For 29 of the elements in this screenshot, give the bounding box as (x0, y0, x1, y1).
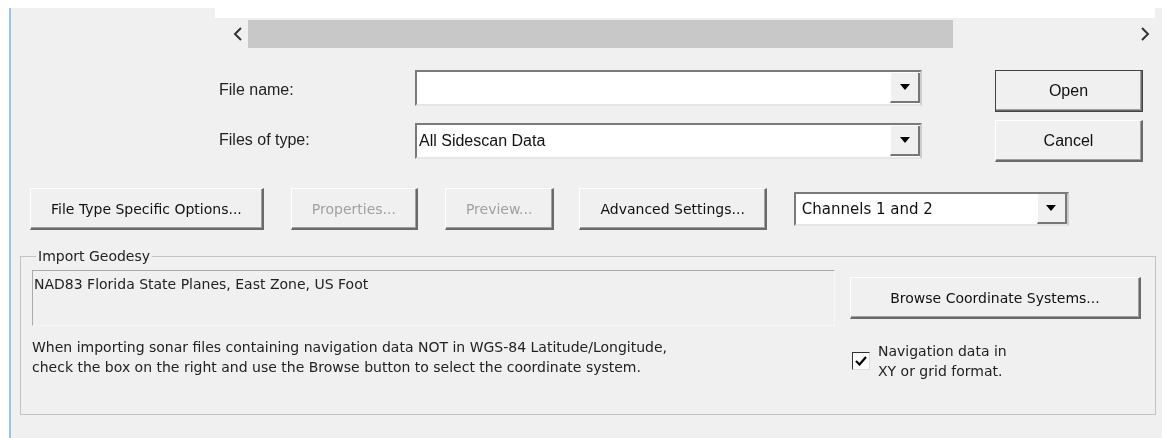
caret-icon (1046, 205, 1057, 211)
option-button: Properties... (290, 188, 418, 230)
chevron-right-icon (1140, 27, 1150, 41)
option-button[interactable]: File Type Specific Options... (30, 188, 264, 230)
dropdown-button[interactable] (890, 73, 920, 103)
instruction-text: When importing sonar files containing navigation data NOT in WGS-84 Latitude/Longitude, check the box on the right and use the Browse button to select the coordinate system. (32, 338, 668, 377)
scrollbar-thumb[interactable] (248, 20, 953, 48)
checkbox-label: Navigation data in XY or grid format. (878, 342, 1007, 381)
checkbox[interactable] (852, 352, 870, 370)
browse-button[interactable]: Browse Coordinate Systems... (850, 277, 1141, 319)
caret-icon (899, 84, 910, 90)
dropdown-button[interactable] (890, 126, 920, 156)
combo-value: All Sidescan Data (419, 132, 547, 150)
group-title: Import Geodesy (37, 248, 152, 264)
option-button: Preview... (444, 188, 555, 230)
check-icon (855, 356, 867, 366)
field-label: Files of type: (219, 130, 311, 150)
combo-box[interactable] (415, 70, 922, 106)
option-button[interactable]: Advanced Settings... (579, 188, 767, 230)
caret-icon (899, 137, 910, 143)
coordinate-system-field: NAD83 Florida State Planes, East Zone, US Foot (32, 270, 835, 326)
dropdown-button[interactable] (1036, 194, 1067, 224)
channel-select[interactable]: Channels 1 and 2 (793, 192, 1069, 226)
dialog-button[interactable]: Cancel (995, 120, 1143, 162)
combo-box[interactable]: All Sidescan Data (415, 123, 922, 159)
dialog-button[interactable]: Open (995, 70, 1143, 112)
chevron-left-icon (232, 27, 242, 41)
field-label: File name: (219, 80, 295, 100)
combo-value: Channels 1 and 2 (801, 200, 934, 218)
